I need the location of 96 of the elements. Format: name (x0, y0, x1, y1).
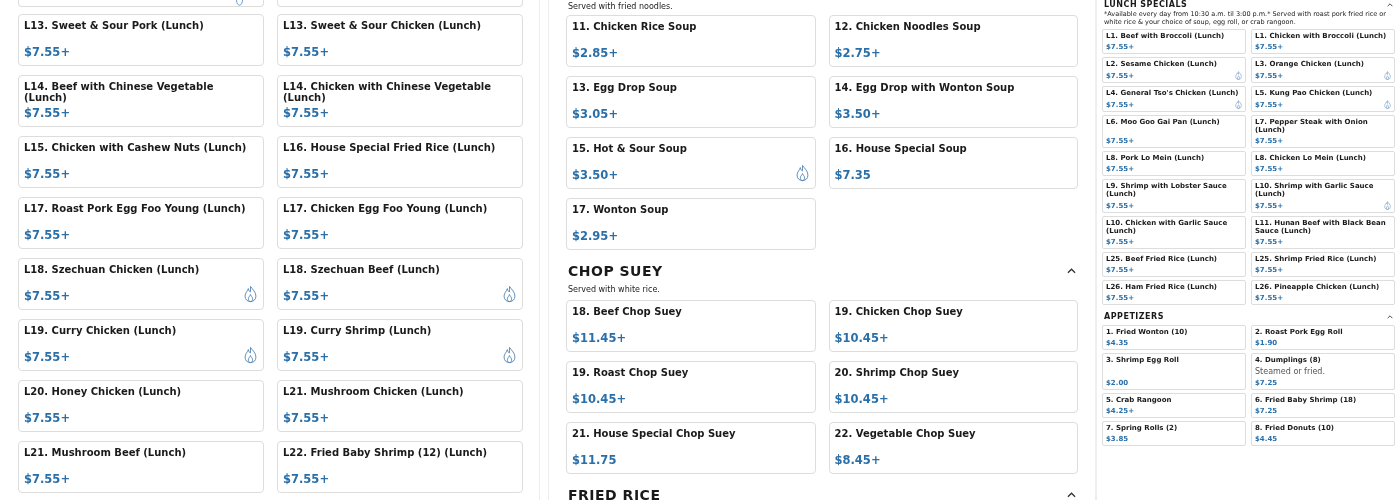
item-price: $8.45+ (834, 453, 881, 467)
item-price: $7.55+ (283, 228, 329, 242)
menu-item-card[interactable]: 15. Hot & Sour Soup $3.50+ (566, 137, 816, 189)
item-name: 15. Hot & Sour Soup (572, 143, 688, 154)
section-title: APPETIZERS (1104, 312, 1164, 321)
item-name: 20. Shrimp Chop Suey (834, 367, 961, 378)
item-name: 11. Chicken Rice Soup (572, 21, 698, 32)
item-price: $11.45+ (572, 331, 626, 345)
caret-up-icon[interactable] (1067, 492, 1076, 498)
menu-item-card[interactable]: L17. Roast Pork Egg Foo Young (Lunch) $7.55+ (18, 197, 264, 249)
item-price: $7.55+ (24, 45, 70, 59)
item-name: L18. Szechuan Chicken (Lunch) (24, 264, 201, 275)
item-name: L21. Mushroom Beef (Lunch) (24, 447, 188, 458)
menu-item-card[interactable]: 22. Vegetable Chop Suey $8.45+ (828, 422, 1078, 474)
item-price: $7.55+ (283, 289, 329, 303)
menu-item-card[interactable]: 21. House Special Chop Suey $11.75 (566, 422, 816, 474)
menu-item-card[interactable]: L13. Sweet & Sour Chicken (Lunch) $7.55+ (277, 14, 523, 66)
item-name: L20. Honey Chicken (Lunch) (24, 386, 183, 397)
menu-item-card[interactable]: L22. Fried Baby Shrimp (12) (Lunch) $7.55+ (277, 441, 523, 493)
section-title: CHOP SUEY (568, 263, 663, 279)
item-name: 19. Chicken Chop Suey (834, 306, 964, 317)
item-price: $7.55+ (24, 350, 70, 364)
menu-item-card[interactable]: 14. Egg Drop with Wonton Soup $3.50+ (828, 76, 1078, 128)
item-description: Steamed or fried. (1255, 367, 1326, 376)
item-price: $10.45+ (834, 331, 889, 345)
item-name: L16. House Special Fried Rice (Lunch) (283, 142, 497, 153)
menu-item-card[interactable]: 19. Roast Chop Suey $10.45+ (566, 361, 816, 413)
item-price: $7.55+ (283, 45, 329, 59)
caret-up-icon[interactable] (1067, 268, 1076, 274)
item-price: $10.45+ (572, 392, 626, 406)
item-price: $7.35 (834, 168, 871, 182)
item-name: L15. Chicken with Cashew Nuts (Lunch) (24, 142, 248, 153)
item-name: L19. Curry Chicken (Lunch) (24, 325, 178, 336)
item-name: L13. Sweet & Sour Chicken (Lunch) (283, 20, 483, 31)
section-description: Served with fried noodles. (567, 2, 674, 11)
menu-item-card[interactable]: 12. Chicken Noodles Soup $2.75+ (828, 15, 1078, 67)
item-price: $11.75 (572, 453, 617, 467)
item-name: 17. Wonton Soup (572, 204, 670, 215)
item-price: $7.55+ (283, 167, 329, 181)
item-name: L19. Curry Shrimp (Lunch) (283, 325, 433, 336)
item-name: 16. House Special Soup (834, 143, 968, 154)
item-name: 13. Egg Drop Soup (572, 82, 678, 93)
item-name: L14. Beef with Chinese Vegetable (Lunch) (24, 81, 215, 103)
item-name: 21. House Special Chop Suey (572, 428, 737, 439)
menu-item-card[interactable]: 20. Shrimp Chop Suey $10.45+ (828, 361, 1078, 413)
section-title: LUNCH SPECIALS (1104, 0, 1188, 9)
menu-item-card[interactable]: L19. Curry Shrimp (Lunch) $7.55+ (277, 319, 523, 371)
menu-item-card[interactable]: 19. Chicken Chop Suey $10.45+ (828, 300, 1078, 352)
item-name: 12. Chicken Noodles Soup (834, 21, 982, 32)
menu-item-card[interactable]: 18. Beef Chop Suey $11.45+ (566, 300, 816, 352)
item-price: $7.55+ (24, 228, 70, 242)
menu-item-card[interactable]: L14. Chicken with Chinese Vegetable (Lunch) $7.55+ (277, 75, 523, 127)
menu-item-card[interactable]: L17. Chicken Egg Foo Young (Lunch) $7.55+ (277, 197, 523, 249)
item-name: L14. Chicken with Chinese Vegetable (Lunch) (283, 81, 492, 103)
item-price: $3.50+ (834, 107, 881, 121)
menu-item-card[interactable]: 11. Chicken Rice Soup $2.85+ (566, 15, 816, 67)
item-name: L18. Szechuan Beef (Lunch) (283, 264, 441, 275)
menu-item-card[interactable]: L13. Sweet & Sour Pork (Lunch) $7.55+ (18, 14, 264, 66)
item-name: L17. Chicken Egg Foo Young (Lunch) (283, 203, 489, 214)
item-price: $10.45+ (834, 392, 889, 406)
item-price: $2.75+ (834, 46, 881, 60)
menu-item-card[interactable]: L14. Beef with Chinese Vegetable (Lunch) $7.55+ (18, 75, 264, 127)
item-price: $7.55+ (24, 106, 70, 120)
item-name: 22. Vegetable Chop Suey (834, 428, 977, 439)
menu-item-card[interactable]: L20. Honey Chicken (Lunch) $7.55+ (18, 380, 264, 432)
section-title: FRIED RICE (568, 487, 661, 500)
item-price: $2.85+ (572, 46, 618, 60)
item-name: L17. Roast Pork Egg Foo Young (Lunch) (24, 203, 247, 214)
item-price: $7.55+ (283, 350, 329, 364)
item-price: $7.55+ (24, 167, 70, 181)
menu-item-card[interactable]: 17. Wonton Soup $2.95+ (566, 198, 816, 250)
menu-item-card[interactable]: L21. Mushroom Chicken (Lunch) $7.55+ (277, 380, 523, 432)
item-price: $7.55+ (24, 472, 70, 486)
item-price: $7.55+ (24, 289, 70, 303)
menu-item-card[interactable]: L19. Curry Chicken (Lunch) $7.55+ (18, 319, 264, 371)
item-name: 18. Beef Chop Suey (572, 306, 683, 317)
item-name: 14. Egg Drop with Wonton Soup (834, 82, 1016, 93)
item-name: 19. Roast Chop Suey (572, 367, 690, 378)
item-price: $7.55+ (283, 106, 329, 120)
menu-item-card[interactable]: 16. House Special Soup $7.35 (828, 137, 1078, 189)
menu-item-card[interactable]: 13. Egg Drop Soup $3.05+ (566, 76, 816, 128)
item-price: $7.55+ (24, 411, 70, 425)
section-description: Served with white rice. (567, 285, 661, 294)
item-name: L13. Sweet & Sour Pork (Lunch) (24, 20, 205, 31)
item-price: $7.55+ (283, 472, 329, 486)
item-price: $3.05+ (572, 107, 618, 121)
menu-item-card[interactable]: L16. House Special Fried Rice (Lunch) $7.55+ (277, 136, 523, 188)
menu-item-card[interactable]: L18. Szechuan Beef (Lunch) $7.55+ (277, 258, 523, 310)
item-price: $7.55+ (283, 411, 329, 425)
menu-item-card[interactable]: L21. Mushroom Beef (Lunch) $7.55+ (18, 441, 264, 493)
item-name: L21. Mushroom Chicken (Lunch) (283, 386, 465, 397)
menu-item-card[interactable]: L18. Szechuan Chicken (Lunch) $7.55+ (18, 258, 264, 310)
item-price: $2.95+ (572, 229, 618, 243)
item-price: $3.50+ (572, 168, 618, 182)
item-name: L22. Fried Baby Shrimp (12) (Lunch) (283, 447, 489, 458)
menu-item-card[interactable]: L15. Chicken with Cashew Nuts (Lunch) $7.55+ (18, 136, 264, 188)
